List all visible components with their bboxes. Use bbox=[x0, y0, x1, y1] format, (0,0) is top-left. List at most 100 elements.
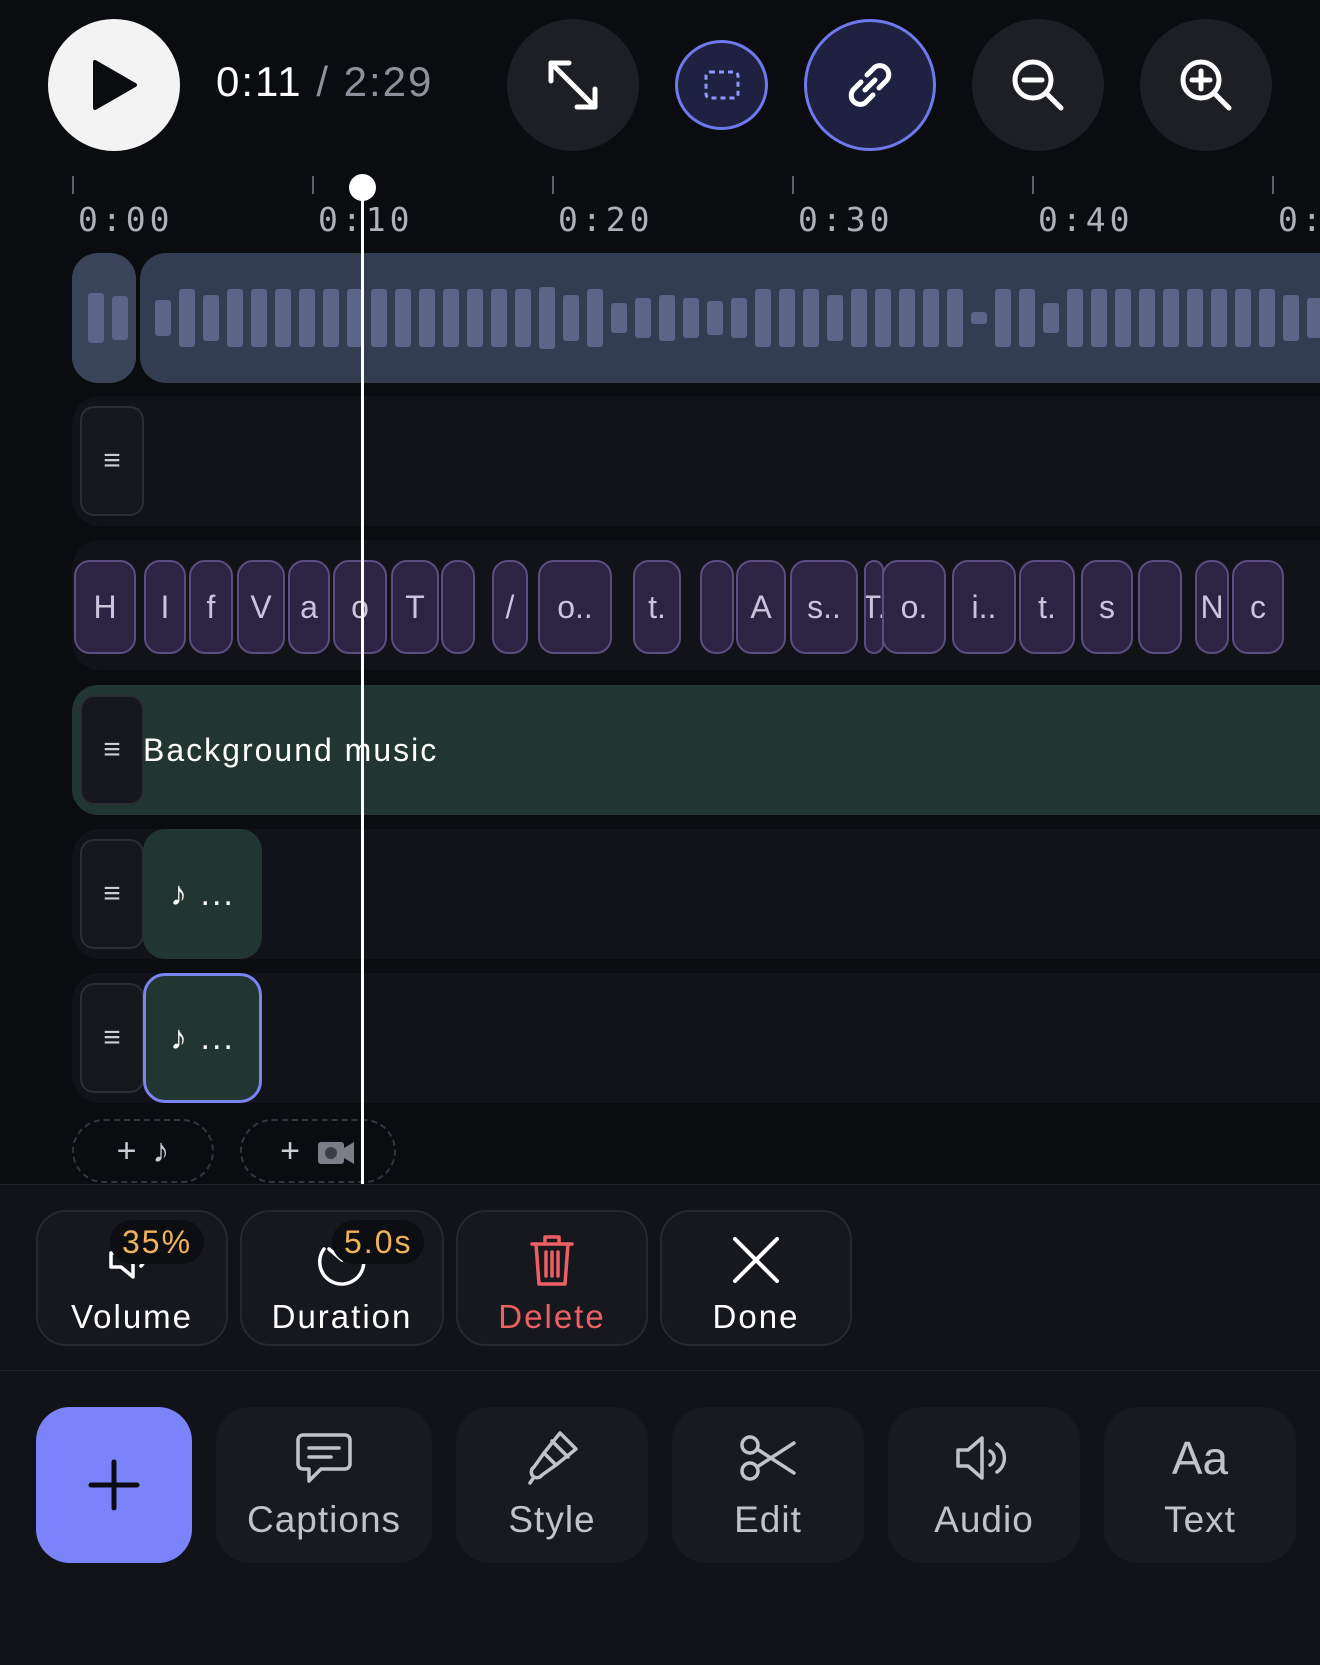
marquee-select-button[interactable] bbox=[675, 40, 768, 130]
waveform-bar bbox=[1139, 289, 1155, 347]
waveform-bar bbox=[227, 289, 243, 347]
ruler-tick bbox=[312, 176, 314, 194]
waveform-bar bbox=[587, 289, 603, 347]
voice-waveform-clip[interactable] bbox=[140, 253, 1320, 383]
playhead-line[interactable] bbox=[361, 186, 364, 1184]
done-button[interactable]: Done bbox=[660, 1210, 852, 1346]
playhead-handle[interactable] bbox=[349, 174, 376, 201]
waveform-bar bbox=[995, 289, 1011, 347]
ruler-tick bbox=[552, 176, 554, 194]
waveform-bar bbox=[112, 296, 128, 340]
caption-chip[interactable]: c bbox=[1232, 560, 1284, 654]
waveform-bar bbox=[1067, 289, 1083, 347]
audio-clip[interactable]: ♪ ... bbox=[143, 829, 262, 959]
track-drag-handle[interactable]: ≡ bbox=[80, 983, 144, 1093]
caption-chip[interactable]: T. bbox=[864, 560, 884, 654]
audio-clip-selected[interactable]: ♪ ... bbox=[143, 973, 262, 1103]
play-button[interactable] bbox=[48, 19, 180, 151]
delete-button[interactable]: Delete bbox=[456, 1210, 648, 1346]
waveform-bar bbox=[707, 301, 723, 335]
ruler-tick bbox=[792, 176, 794, 194]
voice-clip-start[interactable] bbox=[72, 253, 136, 383]
timeline[interactable]: 0:00 0:10 0:20 0:30 0:40 0:5 ≡ HIfVaoT/o… bbox=[0, 172, 1320, 1184]
waveform-bar bbox=[635, 298, 651, 338]
ruler-label: 0:5 bbox=[1278, 200, 1320, 239]
speaker-icon bbox=[956, 1436, 1007, 1480]
waveform-bar bbox=[827, 295, 843, 341]
style-tool[interactable]: Style bbox=[456, 1407, 648, 1563]
waveform-bar bbox=[1211, 289, 1227, 347]
track-drag-handle[interactable]: ≡ bbox=[80, 695, 144, 805]
waveform-bar bbox=[1187, 289, 1203, 347]
waveform-bar bbox=[1115, 289, 1131, 347]
bottom-toolbar: Captions Style Edit Audio Aa Text bbox=[0, 1371, 1320, 1665]
expand-button[interactable] bbox=[507, 19, 639, 151]
waveform-bar bbox=[947, 289, 963, 347]
caption-chip[interactable]: o bbox=[333, 560, 387, 654]
caption-chip[interactable]: s.. bbox=[790, 560, 858, 654]
audio-clip-label: ♪ ... bbox=[170, 874, 235, 913]
caption-chip[interactable]: f bbox=[189, 560, 233, 654]
caption-chip[interactable]: i.. bbox=[952, 560, 1016, 654]
caption-chip[interactable]: A bbox=[736, 560, 786, 654]
time-separator: / bbox=[316, 58, 330, 105]
add-button[interactable] bbox=[36, 1407, 192, 1563]
zoom-out-icon bbox=[1012, 59, 1064, 111]
waveform-bar bbox=[803, 289, 819, 347]
zoom-out-button[interactable] bbox=[972, 19, 1104, 151]
waveform-bar bbox=[683, 298, 699, 338]
duration-button[interactable]: 5.0s Duration bbox=[240, 1210, 444, 1346]
volume-button[interactable]: 35% Volume bbox=[36, 1210, 228, 1346]
caption-chip[interactable]: t. bbox=[1019, 560, 1075, 654]
caption-chip[interactable]: a bbox=[288, 560, 330, 654]
zoom-in-button[interactable] bbox=[1140, 19, 1272, 151]
captions-tool[interactable]: Captions bbox=[216, 1407, 432, 1563]
waveform-bar bbox=[731, 298, 747, 338]
ruler-label: 0:00 bbox=[78, 200, 174, 239]
total-time: 2:29 bbox=[343, 58, 434, 105]
caption-chip[interactable]: I bbox=[144, 560, 186, 654]
style-label: Style bbox=[508, 1499, 596, 1540]
paint-brush-icon bbox=[528, 1431, 578, 1485]
caption-chip[interactable]: o. bbox=[882, 560, 946, 654]
audio-clip-label: ♪ ... bbox=[170, 1018, 235, 1057]
caption-chip[interactable]: s bbox=[1081, 560, 1133, 654]
drag-handle-icon: ≡ bbox=[103, 877, 121, 910]
player-toolbar: 0:11 / 2:29 bbox=[0, 0, 1320, 172]
caption-chip[interactable] bbox=[700, 560, 734, 654]
waveform-bar bbox=[179, 289, 195, 347]
done-label: Done bbox=[712, 1298, 800, 1335]
volume-label: Volume bbox=[70, 1298, 194, 1335]
edit-tool[interactable]: Edit bbox=[672, 1407, 864, 1563]
caption-chip[interactable]: o.. bbox=[538, 560, 612, 654]
audio-tool[interactable]: Audio bbox=[888, 1407, 1080, 1563]
drag-handle-icon: ≡ bbox=[103, 444, 121, 477]
plus-icon: + bbox=[280, 1131, 300, 1170]
caption-chip[interactable]: t. bbox=[633, 560, 681, 654]
plus-icon: + bbox=[116, 1131, 137, 1170]
track-drag-handle[interactable]: ≡ bbox=[80, 406, 144, 516]
link-icon bbox=[848, 63, 892, 107]
track-drag-handle[interactable]: ≡ bbox=[80, 839, 144, 949]
caption-chip[interactable] bbox=[1138, 560, 1182, 654]
drag-handle-icon: ≡ bbox=[103, 733, 121, 766]
caption-chip[interactable]: / bbox=[492, 560, 528, 654]
waveform-bar bbox=[851, 289, 867, 347]
waveform-bar bbox=[467, 289, 483, 347]
caption-chip[interactable]: N bbox=[1195, 560, 1229, 654]
text-tool[interactable]: Aa Text bbox=[1104, 1407, 1296, 1563]
caption-chip[interactable]: H bbox=[74, 560, 136, 654]
duration-value-badge: 5.0s bbox=[332, 1220, 425, 1264]
caption-chip[interactable] bbox=[441, 560, 475, 654]
caption-chip[interactable]: V bbox=[237, 560, 285, 654]
empty-track bbox=[72, 396, 1320, 526]
music-note-icon: ♪ bbox=[152, 1131, 170, 1170]
add-audio-track-button[interactable]: + ♪ bbox=[72, 1119, 214, 1183]
ruler-tick bbox=[72, 176, 74, 194]
caption-chip[interactable]: T bbox=[391, 560, 439, 654]
add-video-track-button[interactable]: + bbox=[240, 1119, 396, 1183]
ruler-label: 0:10 bbox=[318, 200, 414, 239]
waveform-bar bbox=[1235, 289, 1251, 347]
link-button[interactable] bbox=[804, 19, 936, 151]
waveform-bar bbox=[563, 295, 579, 341]
